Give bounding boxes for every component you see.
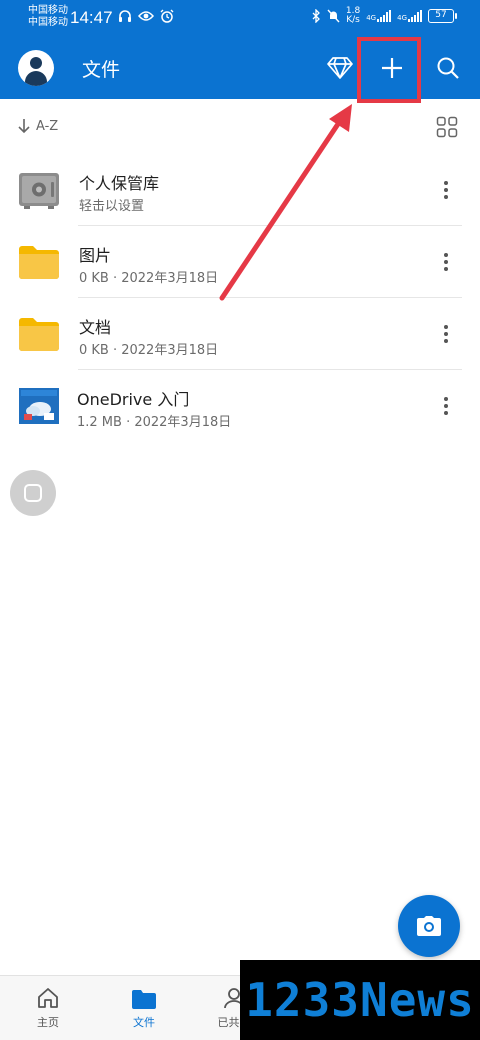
more-options-button[interactable] (434, 320, 458, 348)
headphones-icon (119, 10, 131, 22)
avatar-body (25, 71, 47, 86)
sort-bar: A-Z (0, 110, 480, 146)
more-options-button[interactable] (434, 176, 458, 204)
nav-files-label: 文件 (133, 1016, 155, 1029)
signal-bars-icon (408, 10, 422, 22)
folder-icon (19, 246, 59, 279)
status-bar: 中国移动 中国移动 14:47 1.8 K/s 4G 4G 57 (0, 0, 480, 36)
battery-indicator: 57 (428, 9, 457, 23)
premium-button[interactable] (320, 48, 360, 88)
signal-2: 4G (397, 10, 422, 22)
sort-button[interactable]: A-Z (18, 118, 58, 134)
list-item[interactable]: 文档 0 KB · 2022年3月18日 (0, 298, 480, 370)
nav-home-label: 主页 (37, 1016, 59, 1029)
list-item[interactable]: 个人保管库 轻击以设置 (0, 154, 480, 226)
status-icons-left (118, 9, 174, 23)
diamond-icon (327, 57, 353, 79)
item-meta: 1.2 MB · 2022年3月18日 (77, 415, 232, 430)
watermark: 1233News (240, 960, 480, 1040)
list-item[interactable]: 图片 0 KB · 2022年3月18日 (0, 226, 480, 298)
more-options-button[interactable] (434, 392, 458, 420)
signal-1: 4G (366, 10, 392, 22)
watermark-text: 1233News (245, 973, 475, 1027)
item-meta: 轻击以设置 (79, 199, 145, 214)
status-icons-right: 1.8 K/s 4G 4G 57 (312, 7, 457, 25)
network-type-1: 4G (366, 14, 377, 22)
square-icon (24, 484, 42, 502)
sort-label: A-Z (36, 118, 59, 134)
annotation-highlight-box (357, 37, 421, 103)
list-item[interactable]: OneDrive 入门 1.2 MB · 2022年3月18日 (0, 370, 480, 442)
carrier-1: 中国移动 (28, 5, 68, 16)
nav-home[interactable]: 主页 (18, 984, 78, 1030)
search-button[interactable] (428, 48, 468, 88)
network-type-2: 4G (397, 14, 407, 22)
item-meta: 0 KB · 2022年3月18日 (79, 343, 219, 358)
nav-files[interactable]: 文件 (114, 984, 174, 1030)
file-list: 个人保管库 轻击以设置 图片 0 KB · 2022年3月18日 文档 0 KB… (0, 154, 480, 442)
item-title: 个人保管库 (79, 174, 160, 193)
speed-unit: K/s (346, 15, 360, 25)
view-toggle-button[interactable] (436, 116, 458, 138)
more-options-button[interactable] (434, 248, 458, 276)
carrier-names: 中国移动 中国移动 (28, 5, 68, 29)
network-speed: 1.8 K/s (346, 7, 360, 25)
avatar-head (30, 57, 42, 69)
home-icon (38, 988, 58, 1008)
assistive-touch-button[interactable] (10, 470, 56, 516)
bluetooth-icon (312, 9, 320, 23)
alarm-icon (160, 9, 174, 23)
item-title: 图片 (79, 246, 112, 265)
eye-icon (138, 11, 154, 21)
signal-bars-icon (377, 10, 392, 22)
document-thumbnail-icon (19, 388, 59, 424)
camera-button[interactable] (398, 895, 460, 957)
page-title: 文件 (82, 59, 121, 81)
item-meta: 0 KB · 2022年3月18日 (79, 271, 219, 286)
folder-icon (132, 990, 156, 1009)
grid-icon (436, 116, 458, 138)
item-title: 文档 (79, 318, 112, 337)
folder-icon (19, 318, 59, 351)
mute-bell-icon (327, 9, 340, 23)
carrier-2: 中国移动 (28, 17, 68, 28)
clock: 14:47 (70, 8, 113, 27)
account-avatar[interactable] (18, 50, 54, 86)
search-icon (437, 57, 459, 79)
camera-icon (417, 916, 441, 936)
vault-icon (19, 173, 59, 209)
item-title: OneDrive 入门 (77, 390, 190, 409)
arrow-down-icon (18, 119, 30, 134)
